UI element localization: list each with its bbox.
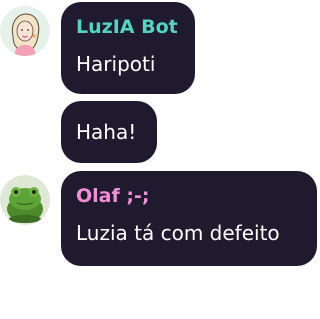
frog-avatar-icon[interactable] <box>0 175 50 225</box>
message-bubble-luzia-haha[interactable]: Haha! <box>61 101 157 163</box>
message-bubble-olaf[interactable]: Olaf ;-; Luzia tá com defeito <box>61 171 317 266</box>
message-text: Luzia tá com defeito <box>76 221 280 245</box>
message-text: Haripoti <box>76 52 156 76</box>
message-text: Haha! <box>76 120 137 144</box>
sender-name-luzia-bot: LuzIA Bot <box>76 16 178 38</box>
message-bubble-luzia-name[interactable]: LuzIA Bot Haripoti <box>61 2 195 94</box>
luzia-bot-avatar-icon[interactable] <box>0 6 50 56</box>
sender-name-olaf: Olaf ;-; <box>76 185 150 207</box>
